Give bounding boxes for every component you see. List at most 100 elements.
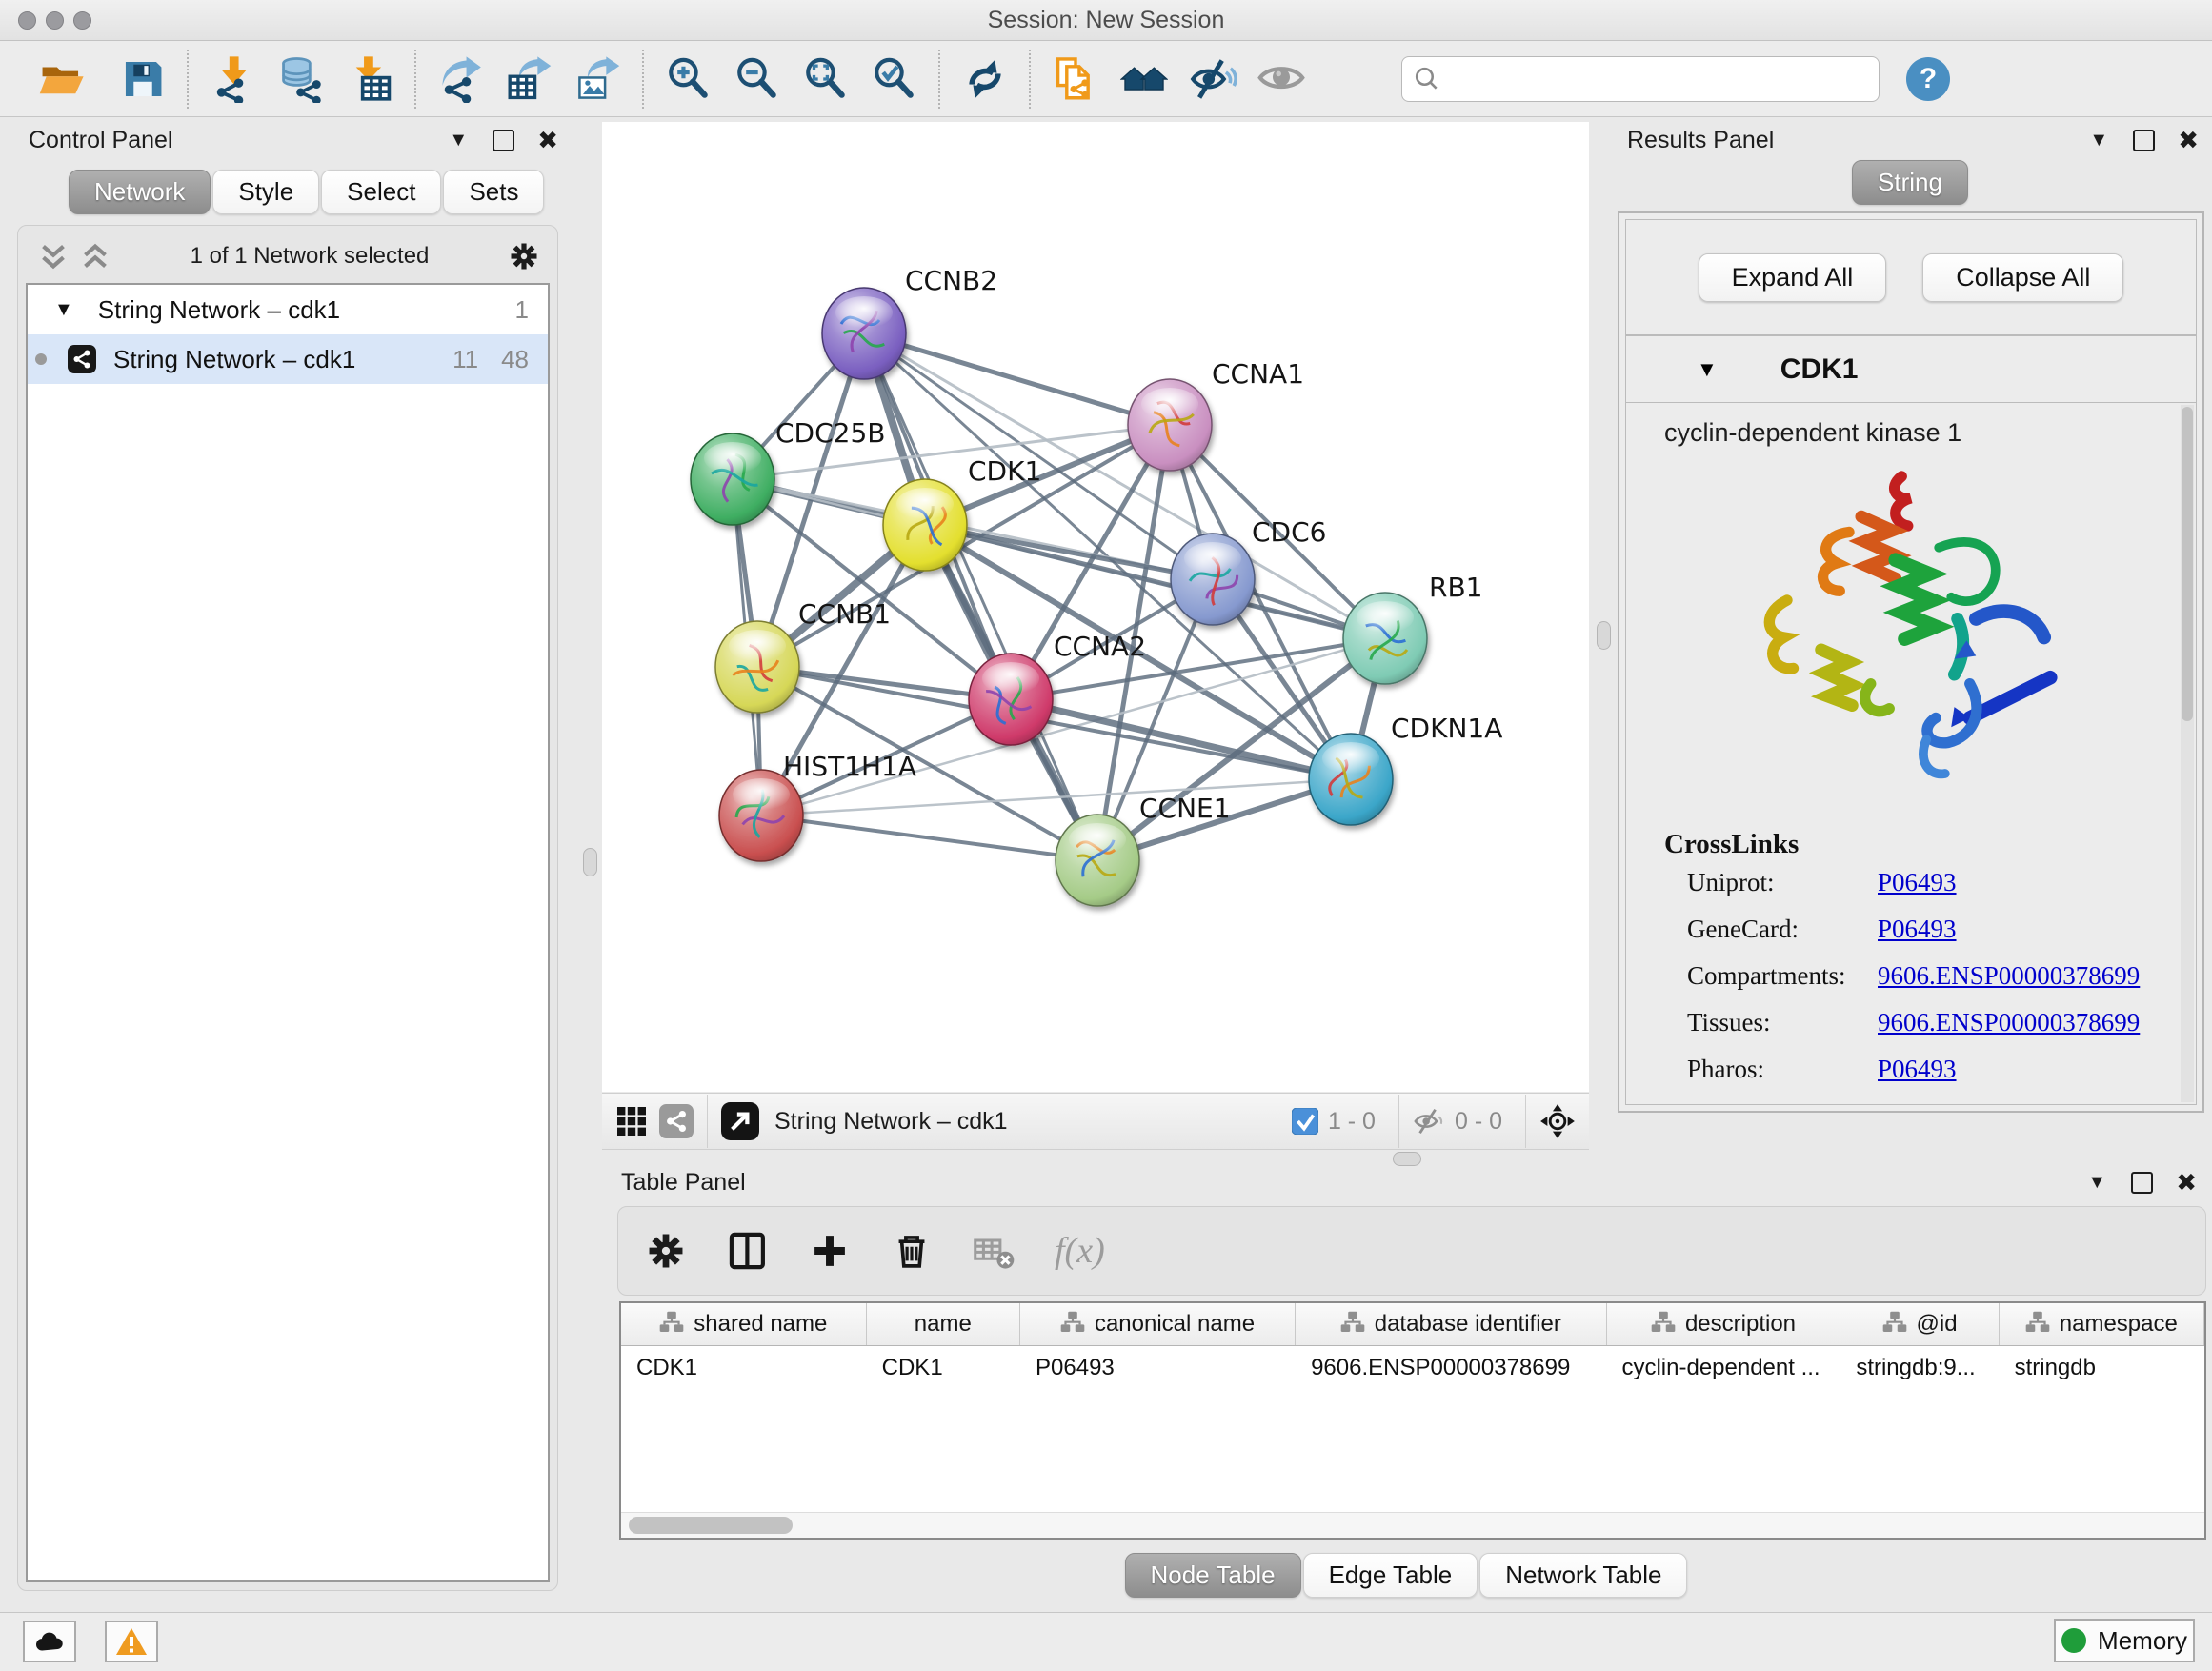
network-type-button[interactable] <box>659 1104 694 1138</box>
network-node-CDC25B[interactable] <box>691 433 774 525</box>
hide-selected-button[interactable] <box>1178 49 1247 110</box>
export-network-button[interactable] <box>427 49 495 110</box>
tree-expander-icon[interactable]: ▼ <box>54 299 73 321</box>
import-network-file-button[interactable] <box>199 49 268 110</box>
table-horizontal-scrollbar[interactable] <box>621 1512 2204 1538</box>
panel-float-icon[interactable] <box>2133 130 2155 151</box>
network-node-CCNB2[interactable] <box>822 288 906 379</box>
network-edge[interactable] <box>761 815 1097 860</box>
import-network-database-button[interactable] <box>268 49 336 110</box>
hidden-eye-slash-icon[interactable] <box>1413 1105 1445 1137</box>
tab-select[interactable]: Select <box>321 170 441 214</box>
network-node-CDK1[interactable] <box>883 479 967 571</box>
panel-menu-caret-icon[interactable]: ▼ <box>2089 130 2108 151</box>
collapse-all-button[interactable]: Collapse All <box>1922 253 2123 302</box>
show-all-button[interactable] <box>1247 49 1316 110</box>
crosslink-link[interactable]: P06493 <box>1878 868 1957 897</box>
network-node-CCNE1[interactable] <box>1056 815 1139 906</box>
network-collection-row[interactable]: ▼ String Network – cdk1 1 <box>28 285 548 334</box>
panel-close-icon[interactable]: ✖ <box>2176 1168 2197 1198</box>
delete-column-trash-icon[interactable] <box>891 1230 933 1272</box>
selected-checkbox-icon[interactable] <box>1292 1108 1318 1135</box>
refresh-button[interactable] <box>951 49 1019 110</box>
column-header-canonical-name[interactable]: canonical name <box>1020 1303 1296 1345</box>
expand-all-button[interactable]: Expand All <box>1699 253 1887 302</box>
scrollbar-thumb[interactable] <box>629 1517 793 1534</box>
zoom-selected-button[interactable] <box>860 49 929 110</box>
panel-float-icon[interactable] <box>2131 1172 2153 1194</box>
zoom-out-button[interactable] <box>723 49 792 110</box>
memory-button[interactable]: Memory <box>2054 1619 2195 1662</box>
crosslink-link[interactable]: 9606.ENSP00000378699 <box>1878 961 2140 991</box>
panel-menu-caret-icon[interactable]: ▼ <box>2087 1172 2106 1194</box>
search-field[interactable] <box>1401 56 1880 102</box>
panel-close-icon[interactable]: ✖ <box>537 126 558 155</box>
expand-all-chevrons-icon[interactable] <box>79 240 111 272</box>
birds-eye-view-button[interactable] <box>617 1107 646 1136</box>
table-row[interactable]: CDK1CDK1P064939606.ENSP00000378699cyclin… <box>621 1346 2204 1390</box>
right-splitter-handle[interactable] <box>1597 621 1611 650</box>
zoom-in-button[interactable] <box>654 49 723 110</box>
table-cell[interactable]: CDK1 <box>867 1346 1020 1390</box>
crosslink-link[interactable]: P06493 <box>1878 1055 1957 1084</box>
tab-network[interactable]: Network <box>69 170 211 214</box>
home-button[interactable] <box>1110 49 1178 110</box>
column-header-shared-name[interactable]: shared name <box>621 1303 867 1345</box>
column-header-name[interactable]: name <box>867 1303 1020 1345</box>
network-node-RB1[interactable] <box>1343 593 1427 684</box>
network-edge[interactable] <box>864 333 1170 425</box>
column-header--id[interactable]: @id <box>1840 1303 1999 1345</box>
tab-edge-table[interactable]: Edge Table <box>1303 1553 1478 1598</box>
network-node-CCNB1[interactable] <box>715 621 799 713</box>
save-session-button[interactable] <box>109 49 177 110</box>
tab-style[interactable]: Style <box>212 170 319 214</box>
table-cell[interactable]: 9606.ENSP00000378699 <box>1296 1346 1606 1390</box>
table-cell[interactable]: stringdb <box>2000 1346 2204 1390</box>
results-scrollbar[interactable] <box>2181 405 2194 1102</box>
panel-menu-caret-icon[interactable]: ▼ <box>449 130 468 151</box>
panel-close-icon[interactable]: ✖ <box>2178 126 2199 155</box>
network-row-selected[interactable]: String Network – cdk1 11 48 <box>28 334 548 384</box>
crosslink-link[interactable]: P06493 <box>1878 915 1957 944</box>
table-cell[interactable]: cyclin-dependent ... <box>1606 1346 1840 1390</box>
cloud-status-button[interactable] <box>23 1621 76 1662</box>
table-cell[interactable]: CDK1 <box>621 1346 867 1390</box>
zoom-fit-button[interactable] <box>792 49 860 110</box>
network-node-CDKN1A[interactable] <box>1309 734 1393 825</box>
show-columns-icon[interactable] <box>727 1230 769 1272</box>
network-node-CCNA2[interactable] <box>969 654 1053 745</box>
panel-float-icon[interactable] <box>493 130 514 151</box>
export-image-button[interactable] <box>564 49 633 110</box>
tab-node-table[interactable]: Node Table <box>1125 1553 1301 1598</box>
horizontal-splitter-handle[interactable] <box>1393 1152 1421 1166</box>
add-column-plus-icon[interactable] <box>809 1230 851 1272</box>
column-header-database-identifier[interactable]: database identifier <box>1296 1303 1607 1345</box>
column-header-description[interactable]: description <box>1607 1303 1841 1345</box>
import-table-file-button[interactable] <box>336 49 405 110</box>
table-cell[interactable]: P06493 <box>1020 1346 1296 1390</box>
crosslink-link[interactable]: 9606.ENSP00000378699 <box>1878 1008 2140 1037</box>
fit-selected-button[interactable] <box>1539 1103 1576 1139</box>
open-in-window-button[interactable] <box>721 1102 759 1140</box>
table-cell[interactable]: stringdb:9... <box>1840 1346 1999 1390</box>
collapse-all-chevrons-icon[interactable] <box>37 240 70 272</box>
gene-section-header[interactable]: ▼ CDK1 <box>1625 335 2197 403</box>
tab-string[interactable]: String <box>1852 160 1968 205</box>
open-session-button[interactable] <box>27 49 95 110</box>
search-input[interactable] <box>1440 59 1879 99</box>
section-expander-icon[interactable]: ▼ <box>1697 357 1718 382</box>
network-node-CCNA1[interactable] <box>1128 379 1212 471</box>
help-button[interactable]: ? <box>1906 57 1950 101</box>
tab-network-table[interactable]: Network Table <box>1479 1553 1687 1598</box>
export-table-button[interactable] <box>495 49 564 110</box>
network-edge[interactable] <box>1011 699 1351 779</box>
left-splitter-handle[interactable] <box>583 848 597 876</box>
column-header-namespace[interactable]: namespace <box>2000 1303 2204 1345</box>
network-node-HIST1H1A[interactable] <box>719 770 803 861</box>
table-settings-gear-icon[interactable] <box>645 1230 687 1272</box>
network-canvas[interactable]: CCNB2CCNA1CDC25BCDK1CDC6RB1CCNB1CCNA2CDK… <box>602 122 1589 1092</box>
warnings-button[interactable] <box>105 1621 158 1662</box>
gear-icon[interactable] <box>508 240 540 272</box>
copy-network-button[interactable] <box>1041 49 1110 110</box>
tab-sets[interactable]: Sets <box>443 170 544 214</box>
